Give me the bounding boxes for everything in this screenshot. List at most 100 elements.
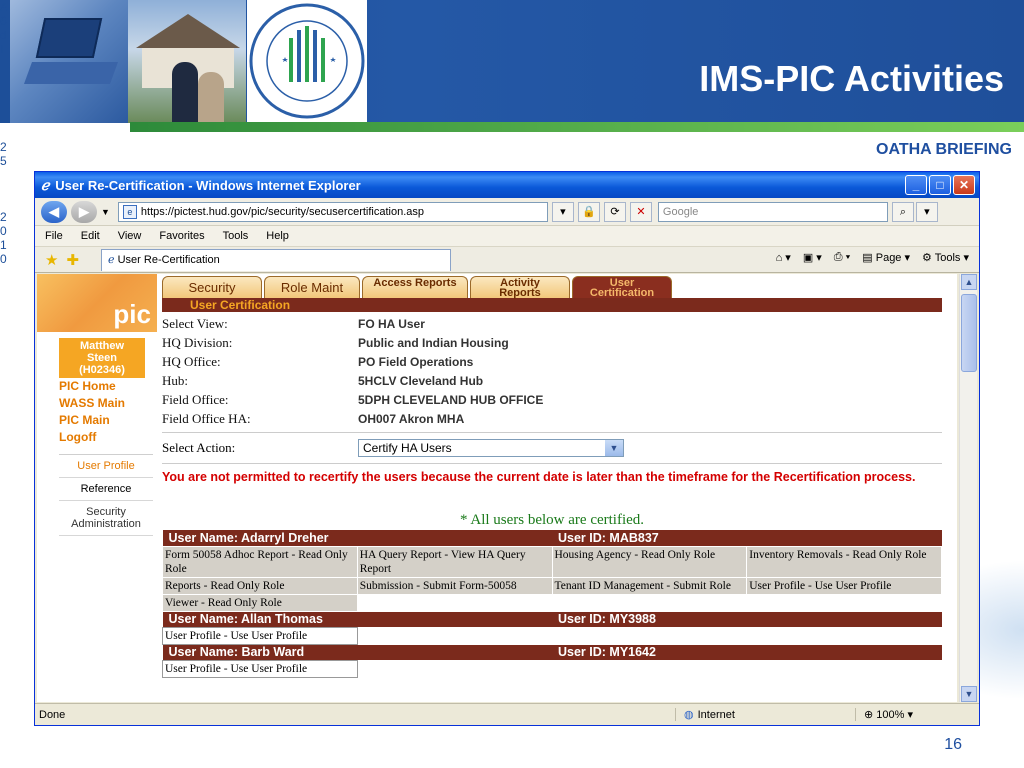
info-value: Public and Indian Housing — [358, 335, 509, 350]
action-select[interactable]: Certify HA Users ▼ — [358, 439, 624, 457]
family-house-photo — [128, 0, 246, 123]
tab-user-certification[interactable]: User Certification — [572, 276, 672, 299]
back-button[interactable]: ◀ — [41, 200, 67, 223]
zoom-control[interactable]: ⊕ 100% ▾ — [855, 708, 913, 721]
menu-item-file[interactable]: File — [45, 230, 63, 242]
action-label: Select Action: — [162, 440, 236, 455]
menu-item-edit[interactable]: Edit — [81, 230, 100, 242]
sidebar-link-wass-main[interactable]: WASS Main — [59, 395, 157, 412]
role-cell: Tenant ID Management - Submit Role — [551, 576, 748, 595]
slide-title: IMS-PIC Activities — [699, 58, 1004, 99]
vertical-scrollbar[interactable]: ▲ ▼ — [959, 274, 977, 702]
user-badge-line: (H02346) — [79, 364, 125, 376]
window-titlebar[interactable]: ℯ User Re-Certification - Windows Intern… — [35, 172, 979, 198]
role-cell: User Profile - Use User Profile — [162, 659, 358, 678]
role-cell: User Profile - Use User Profile — [746, 576, 942, 595]
left-strip-char — [0, 70, 10, 84]
role-cell — [746, 626, 942, 645]
left-strip-char — [0, 168, 10, 182]
ie-window: ℯ User Re-Certification - Windows Intern… — [34, 171, 980, 726]
tab-ie-icon: ℯ — [108, 253, 115, 266]
tab-activity-reports[interactable]: Activity Reports — [470, 276, 570, 299]
window-title: User Re-Certification - Windows Internet… — [55, 177, 361, 193]
search-icon[interactable]: ⌕ — [891, 201, 914, 222]
role-cell — [551, 626, 748, 645]
favorites-star-icon[interactable]: ★ — [45, 251, 58, 269]
info-label: Select View: — [162, 315, 228, 331]
tab-bar: ★ ✚ ℯ User Re-Certification ⌂ ▾ ▣ ▾ ⎙ ▾ … — [35, 247, 979, 273]
forward-button[interactable]: ▶ — [71, 200, 97, 223]
info-value: 5HCLV Cleveland Hub — [358, 373, 484, 388]
role-row: Viewer - Read Only Role — [162, 593, 942, 612]
left-strip-char — [0, 84, 10, 98]
stop-button[interactable]: ✕ — [629, 201, 652, 222]
user-header-row: User Name: Allan Thomas User ID: MY3988 — [162, 611, 942, 627]
user-id: User ID: MY1642 — [552, 644, 942, 660]
lock-icon[interactable]: 🔒 — [577, 201, 600, 222]
add-favorites-icon[interactable]: ✚ — [66, 251, 79, 269]
action-row: Select Action: Certify HA Users ▼ — [162, 437, 942, 459]
feeds-icon[interactable]: ▣ ▾ — [803, 251, 822, 264]
search-options-button[interactable]: ▾ — [915, 201, 938, 222]
scroll-up-icon[interactable]: ▲ — [961, 274, 977, 290]
role-cell — [356, 626, 553, 645]
tab-role-maint[interactable]: Role Maint — [264, 276, 360, 298]
sidebar-link-pic-main[interactable]: PIC Main — [59, 412, 157, 429]
page-number: 16 — [944, 736, 962, 753]
zoom-icon: ⊕ — [864, 709, 874, 721]
user-name: User Name: Allan Thomas — [162, 611, 552, 627]
menu-item-view[interactable]: View — [118, 230, 142, 242]
info-label: Hub: — [162, 372, 188, 388]
info-row: HQ Office: PO Field Operations — [162, 352, 942, 371]
info-label: Field Office HA: — [162, 410, 251, 426]
warning-message: You are not permitted to recertify the u… — [162, 470, 916, 484]
print-icon[interactable]: ⎙ ▾ — [834, 251, 850, 264]
menu-bar: File Edit View Favorites Tools Help — [35, 226, 979, 247]
refresh-button[interactable]: ⟳ — [603, 201, 626, 222]
ie-logo-icon: ℯ — [41, 176, 50, 193]
scroll-thumb[interactable] — [961, 294, 977, 372]
maximize-button[interactable]: □ — [929, 175, 951, 195]
tab-security[interactable]: Security — [162, 276, 262, 298]
left-strip-char: 1 — [0, 238, 7, 252]
app-tabs: Security Role Maint Access Reports Activity… — [162, 274, 942, 299]
history-dropdown-icon[interactable]: ▼ — [101, 207, 110, 217]
home-icon[interactable]: ⌂ ▾ — [776, 251, 791, 264]
sidebar-link-logoff[interactable]: Logoff — [59, 429, 157, 446]
role-row: Reports - Read Only Role Submission - Sub… — [162, 576, 942, 595]
role-cell: Housing Agency - Read Only Role — [551, 545, 748, 578]
menu-item-favorites[interactable]: Favorites — [159, 230, 204, 242]
minimize-button[interactable]: _ — [905, 175, 927, 195]
status-text: Done — [39, 708, 66, 721]
address-input[interactable]: e https://pictest.hud.gov/pic/security/s… — [117, 201, 548, 222]
info-label: HQ Division: — [162, 334, 233, 350]
user-badge: Matthew Steen (H02346) — [59, 338, 145, 378]
security-zone[interactable]: ◍ Internet — [675, 708, 855, 721]
pic-sidebar: pic Matthew Steen (H02346) PIC Home WASS Ma… — [37, 274, 157, 702]
tools-menu[interactable]: ⚙ Tools ▾ — [922, 251, 969, 264]
tab-access-reports[interactable]: Access Reports — [362, 276, 468, 298]
sidebar-nav-user-profile[interactable]: User Profile — [59, 455, 153, 478]
info-row: Field Office HA: OH007 Akron MHA — [162, 409, 942, 428]
sidebar-links: PIC Home WASS Main PIC Main Logoff — [37, 378, 157, 446]
page-menu[interactable]: ▤ Page ▾ — [862, 251, 910, 264]
chevron-down-icon[interactable]: ▼ — [605, 440, 623, 456]
left-strip-char: d — [0, 28, 7, 42]
menu-item-tools[interactable]: Tools — [223, 230, 249, 242]
role-cell: Viewer - Read Only Role — [162, 593, 358, 612]
browser-tab[interactable]: ℯ User Re-Certification — [101, 248, 452, 271]
search-input[interactable]: Google — [657, 201, 888, 222]
sidebar-link-pic-home[interactable]: PIC Home — [59, 378, 157, 395]
role-cell: Inventory Removals - Read Only Role — [746, 545, 942, 578]
sidebar-nav-reference[interactable]: Reference — [59, 478, 153, 501]
close-button[interactable]: ✕ — [953, 175, 975, 195]
info-value: 5DPH CLEVELAND HUB OFFICE — [358, 392, 544, 407]
left-strip-char — [0, 56, 10, 70]
menu-item-help[interactable]: Help — [266, 230, 289, 242]
scroll-down-icon[interactable]: ▼ — [961, 686, 977, 702]
sidebar-nav-security-administration[interactable]: Security Administration — [59, 501, 153, 536]
user-table: User Name: Adarryl Dreher User ID: MAB837… — [162, 530, 942, 678]
address-dropdown-button[interactable]: ▾ — [551, 201, 574, 222]
user-badge-line: Steen — [87, 352, 117, 364]
pic-logo: pic — [37, 274, 157, 332]
